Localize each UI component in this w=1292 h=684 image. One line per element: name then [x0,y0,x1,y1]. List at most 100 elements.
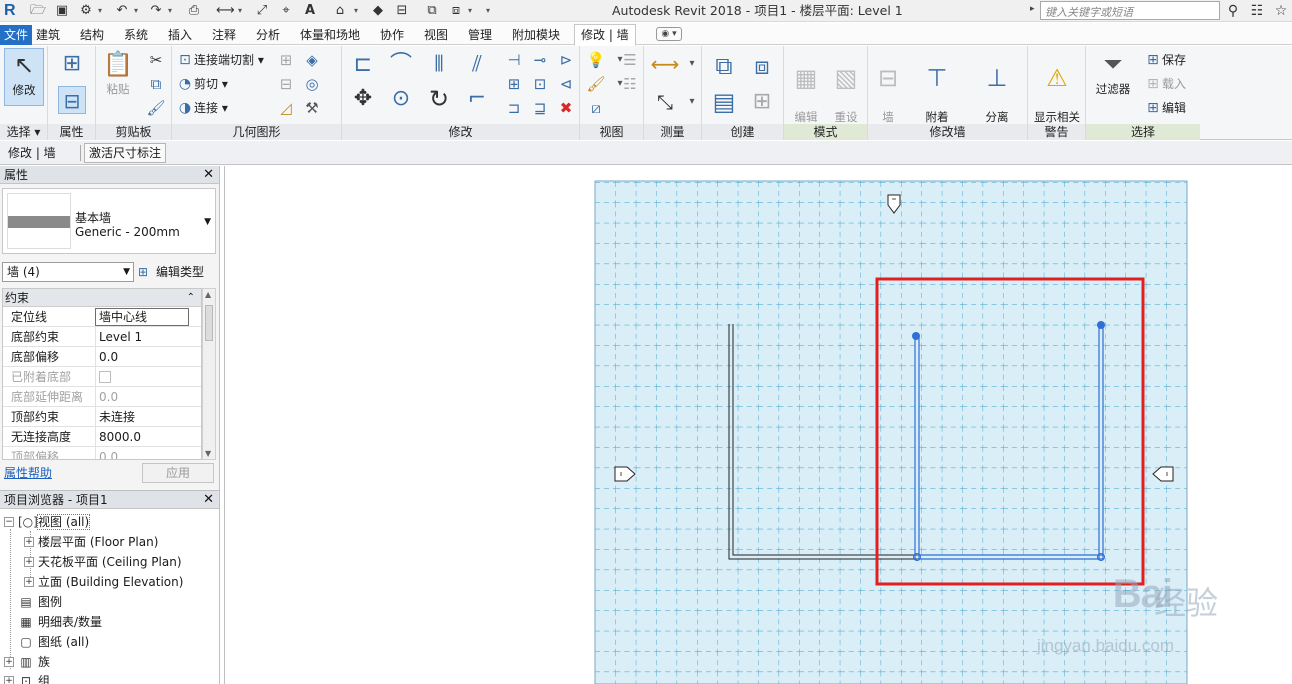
tab-collaborate[interactable]: 协作 [380,25,404,45]
thin-lines-icon[interactable]: ⊟ [394,3,410,19]
cope-icon[interactable]: ◈ [302,50,322,70]
mirror-axis-icon[interactable]: ⫴ [424,50,454,80]
tree-elevations[interactable]: + 立面 (Building Elevation) [24,572,183,592]
unpin-icon[interactable]: ⊲ [556,74,576,94]
edit-type-button[interactable]: ⊞ 编辑类型 [138,262,204,282]
tab-systems[interactable]: 系统 [124,25,148,45]
paste-button[interactable]: 📋 粘贴 [100,48,136,96]
save-icon[interactable]: ▣ [54,3,70,19]
extend-multiple-icon[interactable]: ⊒ [530,98,550,118]
tree-schedules[interactable]: ▦ 明细表/数量 [18,612,102,632]
load-selection-button[interactable]: ⊞ 载入 [1144,74,1186,94]
wall-endpoint-grip[interactable] [912,332,920,340]
type-selector[interactable]: 基本墙 Generic - 200mm ▼ [2,188,216,254]
join-geometry-button[interactable]: ◑ 连接 ▾ [176,98,228,118]
rotate-icon[interactable]: ↻ [424,84,454,114]
offset-icon[interactable]: ⌒ [386,50,416,80]
tab-file[interactable]: 文件 [0,25,33,45]
instance-filter-select[interactable]: 墙 (4) ▼ [2,262,134,282]
create-assembly-icon[interactable]: ⧉ [708,50,740,82]
switch-windows-icon[interactable]: ⧈ [448,3,464,19]
panel-select-label[interactable]: 选择 ▾ [0,124,47,140]
close-hidden-icon[interactable]: ⧉ [424,3,440,19]
tree-groups[interactable]: + ⊡ 组 [4,671,50,684]
undo-dropdown-icon[interactable]: ▾ [132,4,140,18]
measure-dropdown-icon[interactable]: ▾ [236,4,244,18]
view-extra-2-icon[interactable]: ☷ [620,74,640,94]
apply-button[interactable]: 应用 [142,463,214,483]
properties-icon[interactable]: ⊞ [58,50,86,78]
create-similar-icon[interactable]: ⧈ [746,50,778,82]
copy-element-icon[interactable]: ⊙ [386,84,416,114]
aligned-dimension-icon[interactable]: ⤢ [254,3,270,19]
sync-dropdown-icon[interactable]: ▾ [96,4,104,18]
text-icon[interactable]: A [302,3,318,19]
cut-scissors-icon[interactable]: ✂ [146,50,166,70]
base-attached-checkbox[interactable] [95,367,201,387]
search-input[interactable]: 键入关键字或短语 [1040,1,1220,20]
tab-analyze[interactable]: 分析 [256,25,280,45]
category-constraints[interactable]: 约束 ⌃ [3,289,201,307]
tab-manage[interactable]: 管理 [468,25,492,45]
demolish-hammer-icon[interactable]: ⚒ [302,98,322,118]
unconnected-height-field[interactable]: 8000.0 [95,427,201,447]
activate-dimensions-button[interactable]: 激活尺寸标注 [84,143,167,163]
trim-extend-icon[interactable]: ⌐ [462,84,492,114]
scale-icon[interactable]: ⊡ [530,74,550,94]
tab-view[interactable]: 视图 [424,25,448,45]
tab-addins[interactable]: 附加模块 [512,25,560,45]
star-icon[interactable]: ☆ [1272,2,1290,20]
3d-dropdown-icon[interactable]: ▾ [352,4,360,18]
create-group-icon[interactable]: ⊞ [746,86,778,118]
modify-button[interactable]: ↖ 修改 [4,48,44,106]
tab-annotate[interactable]: 注释 [212,25,236,45]
dimension-icon[interactable]: ⤡ [650,92,680,112]
tab-massing-site[interactable]: 体量和场地 [300,25,360,45]
redo-icon[interactable]: ↷ [148,3,164,19]
tag-icon[interactable]: ⌖ [278,3,294,19]
tree-views-all[interactable]: − [○]视图 (all) [4,512,91,532]
dimension-dropdown-icon[interactable]: ▾ [682,92,702,112]
drawing-canvas[interactable]: Bai 经验 jingyan.baidu.com [224,166,1292,684]
chevron-down-icon[interactable]: ▼ [204,217,211,227]
join-cut-button[interactable]: ⊡ 连接端切割 ▾ [176,50,264,70]
tree-floor-plans[interactable]: + 楼层平面 (Floor Plan) [24,532,158,552]
split-face-icon[interactable]: ⊟ [276,74,296,94]
measure-ruler-icon[interactable]: ⟷ [650,54,680,74]
properties-header[interactable]: 属性 ✕ [0,166,219,184]
top-constraint-field[interactable]: 未连接 [95,407,201,427]
open-icon[interactable]: 🗁 [30,3,46,19]
view-extra-1-icon[interactable]: ☰ [620,50,640,70]
mirror-draw-icon[interactable]: ⫽ [462,50,492,80]
subscription-icon[interactable]: ☷ [1248,2,1266,20]
create-parts-icon[interactable]: ▤ [708,86,740,118]
ribbon-minimize-icon[interactable]: ◉ ▾ [656,27,682,41]
measure-icon[interactable]: ⟷ [216,3,235,19]
close-icon[interactable]: ✕ [203,166,214,184]
properties-scrollbar[interactable]: ▲ ▼ [202,288,216,460]
tree-legends[interactable]: ▤ 图例 [18,592,62,612]
revit-logo-icon[interactable]: R [4,1,22,21]
split-gap-icon[interactable]: ⊸ [530,50,550,70]
copy-icon[interactable]: ⧉ [146,74,166,94]
override-brush-icon[interactable]: 🖌 [586,74,606,94]
close-icon[interactable]: ✕ [203,491,214,509]
redo-dropdown-icon[interactable]: ▾ [166,4,174,18]
tab-modify-wall[interactable]: 修改 | 墙 [574,24,636,46]
search-expand-icon[interactable]: ▸ [1030,4,1035,14]
tree-sheets[interactable]: ▢ 图纸 (all) [18,632,89,652]
pin-icon[interactable]: ⊳ [556,50,576,70]
base-offset-field[interactable]: 0.0 [95,347,201,367]
switch-dropdown-icon[interactable]: ▾ [466,4,474,18]
properties-help-link[interactable]: 属性帮助 [4,464,52,481]
trim-multiple-icon[interactable]: ⊐ [504,98,524,118]
wall-joins-icon[interactable]: ⊞ [276,50,296,70]
tree-families[interactable]: + ▥ 族 [4,652,50,672]
tree-ceiling-plans[interactable]: + 天花板平面 (Ceiling Plan) [24,552,182,572]
save-selection-button[interactable]: ⊞ 保存 [1144,50,1186,70]
collapse-chevron-icon[interactable]: ⌃ [187,289,195,307]
sync-icon[interactable]: ⚙ [78,3,94,19]
cut-geometry-button[interactable]: ◔ 剪切 ▾ [176,74,228,94]
beam-join-icon[interactable]: ◎ [302,74,322,94]
tab-insert[interactable]: 插入 [168,25,192,45]
